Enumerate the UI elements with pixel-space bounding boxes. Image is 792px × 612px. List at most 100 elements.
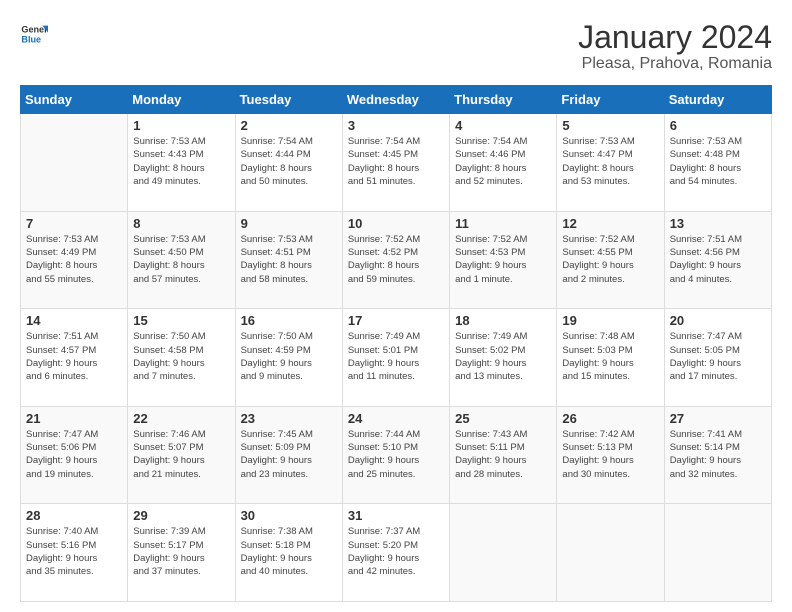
table-row: 15Sunrise: 7:50 AM Sunset: 4:58 PM Dayli… (128, 309, 235, 407)
day-info: Sunrise: 7:53 AM Sunset: 4:48 PM Dayligh… (670, 135, 766, 188)
table-row: 11Sunrise: 7:52 AM Sunset: 4:53 PM Dayli… (450, 211, 557, 309)
calendar-week-row: 21 Sunrise: 7:47 AM Sunset: 5:06 PM Dayli… (21, 406, 772, 504)
day-number: 30 (241, 508, 337, 523)
header: General Blue January 2024 Pleasa, Prahov… (20, 20, 772, 73)
day-number: 20 (670, 313, 766, 328)
day-number: 4 (455, 118, 551, 133)
logo-icon: General Blue (20, 20, 48, 48)
day-number: 18 (455, 313, 551, 328)
day-info: Sunrise: 7:49 AM Sunset: 5:01 PM Dayligh… (348, 330, 444, 383)
table-row: 31 Sunrise: 7:37 AM Sunset: 5:20 PM Dayli… (342, 504, 449, 602)
calendar-table: Sunday Monday Tuesday Wednesday Thursday… (20, 85, 772, 602)
calendar-header-row: Sunday Monday Tuesday Wednesday Thursday… (21, 86, 772, 114)
day-number: 8 (133, 216, 229, 231)
header-monday: Monday (128, 86, 235, 114)
table-row: 3 Sunrise: 7:54 AM Sunset: 4:45 PM Daylig… (342, 114, 449, 212)
day-info: Sunrise: 7:42 AM Sunset: 5:13 PM Dayligh… (562, 428, 658, 481)
table-row: 26 Sunrise: 7:42 AM Sunset: 5:13 PM Dayli… (557, 406, 664, 504)
table-row: 6 Sunrise: 7:53 AM Sunset: 4:48 PM Daylig… (664, 114, 771, 212)
table-row: 4 Sunrise: 7:54 AM Sunset: 4:46 PM Daylig… (450, 114, 557, 212)
day-number: 5 (562, 118, 658, 133)
day-number: 14 (26, 313, 122, 328)
day-number: 15 (133, 313, 229, 328)
calendar-week-row: 14 Sunrise: 7:51 AM Sunset: 4:57 PM Dayli… (21, 309, 772, 407)
table-row: 25 Sunrise: 7:43 AM Sunset: 5:11 PM Dayli… (450, 406, 557, 504)
day-number: 24 (348, 411, 444, 426)
table-row: 8 Sunrise: 7:53 AM Sunset: 4:50 PM Daylig… (128, 211, 235, 309)
calendar-title: January 2024 (578, 20, 772, 55)
day-number: 28 (26, 508, 122, 523)
day-number: 10 (348, 216, 444, 231)
table-row: 7 Sunrise: 7:53 AM Sunset: 4:49 PM Daylig… (21, 211, 128, 309)
day-info: Sunrise: 7:51 AM Sunset: 4:56 PM Dayligh… (670, 233, 766, 286)
day-number: 6 (670, 118, 766, 133)
day-number: 1 (133, 118, 229, 133)
day-number: 9 (241, 216, 337, 231)
calendar-subtitle: Pleasa, Prahova, Romania (578, 55, 772, 73)
table-row: 9 Sunrise: 7:53 AM Sunset: 4:51 PM Daylig… (235, 211, 342, 309)
day-info: Sunrise: 7:47 AM Sunset: 5:05 PM Dayligh… (670, 330, 766, 383)
table-row: 23Sunrise: 7:45 AM Sunset: 5:09 PM Dayli… (235, 406, 342, 504)
day-info: Sunrise: 7:49 AM Sunset: 5:02 PM Dayligh… (455, 330, 551, 383)
title-area: January 2024 Pleasa, Prahova, Romania (578, 20, 772, 73)
logo: General Blue (20, 20, 48, 48)
day-info: Sunrise: 7:53 AM Sunset: 4:49 PM Dayligh… (26, 233, 122, 286)
day-number: 22 (133, 411, 229, 426)
table-row (664, 504, 771, 602)
day-number: 25 (455, 411, 551, 426)
day-info: Sunrise: 7:50 AM Sunset: 4:59 PM Dayligh… (241, 330, 337, 383)
day-info: Sunrise: 7:48 AM Sunset: 5:03 PM Dayligh… (562, 330, 658, 383)
table-row: 29Sunrise: 7:39 AM Sunset: 5:17 PM Dayli… (128, 504, 235, 602)
header-saturday: Saturday (664, 86, 771, 114)
day-number: 27 (670, 411, 766, 426)
day-number: 12 (562, 216, 658, 231)
day-info: Sunrise: 7:43 AM Sunset: 5:11 PM Dayligh… (455, 428, 551, 481)
day-number: 29 (133, 508, 229, 523)
day-info: Sunrise: 7:38 AM Sunset: 5:18 PM Dayligh… (241, 525, 337, 578)
day-number: 2 (241, 118, 337, 133)
header-thursday: Thursday (450, 86, 557, 114)
table-row: 22 Sunrise: 7:46 AM Sunset: 5:07 PM Dayli… (128, 406, 235, 504)
day-info: Sunrise: 7:54 AM Sunset: 4:44 PM Dayligh… (241, 135, 337, 188)
table-row: 28 Sunrise: 7:40 AM Sunset: 5:16 PM Dayli… (21, 504, 128, 602)
table-row (21, 114, 128, 212)
day-info: Sunrise: 7:40 AM Sunset: 5:16 PM Dayligh… (26, 525, 122, 578)
header-wednesday: Wednesday (342, 86, 449, 114)
table-row: 2 Sunrise: 7:54 AM Sunset: 4:44 PM Daylig… (235, 114, 342, 212)
day-info: Sunrise: 7:51 AM Sunset: 4:57 PM Dayligh… (26, 330, 122, 383)
day-info: Sunrise: 7:54 AM Sunset: 4:46 PM Dayligh… (455, 135, 551, 188)
header-friday: Friday (557, 86, 664, 114)
day-number: 21 (26, 411, 122, 426)
table-row: 1Sunrise: 7:53 AM Sunset: 4:43 PM Daylig… (128, 114, 235, 212)
table-row: 5 Sunrise: 7:53 AM Sunset: 4:47 PM Daylig… (557, 114, 664, 212)
table-row: 24 Sunrise: 7:44 AM Sunset: 5:10 PM Dayli… (342, 406, 449, 504)
table-row (557, 504, 664, 602)
day-number: 26 (562, 411, 658, 426)
svg-text:Blue: Blue (21, 34, 41, 44)
day-number: 23 (241, 411, 337, 426)
day-info: Sunrise: 7:54 AM Sunset: 4:45 PM Dayligh… (348, 135, 444, 188)
day-info: Sunrise: 7:53 AM Sunset: 4:47 PM Dayligh… (562, 135, 658, 188)
header-tuesday: Tuesday (235, 86, 342, 114)
day-number: 13 (670, 216, 766, 231)
day-number: 19 (562, 313, 658, 328)
table-row: 20 Sunrise: 7:47 AM Sunset: 5:05 PM Dayli… (664, 309, 771, 407)
table-row: 17Sunrise: 7:49 AM Sunset: 5:01 PM Dayli… (342, 309, 449, 407)
day-info: Sunrise: 7:52 AM Sunset: 4:52 PM Dayligh… (348, 233, 444, 286)
day-info: Sunrise: 7:46 AM Sunset: 5:07 PM Dayligh… (133, 428, 229, 481)
day-number: 3 (348, 118, 444, 133)
calendar-week-row: 1Sunrise: 7:53 AM Sunset: 4:43 PM Daylig… (21, 114, 772, 212)
day-info: Sunrise: 7:37 AM Sunset: 5:20 PM Dayligh… (348, 525, 444, 578)
day-info: Sunrise: 7:44 AM Sunset: 5:10 PM Dayligh… (348, 428, 444, 481)
day-info: Sunrise: 7:53 AM Sunset: 4:50 PM Dayligh… (133, 233, 229, 286)
day-number: 7 (26, 216, 122, 231)
day-number: 11 (455, 216, 551, 231)
header-sunday: Sunday (21, 86, 128, 114)
day-info: Sunrise: 7:53 AM Sunset: 4:51 PM Dayligh… (241, 233, 337, 286)
day-info: Sunrise: 7:47 AM Sunset: 5:06 PM Dayligh… (26, 428, 122, 481)
table-row: 30 Sunrise: 7:38 AM Sunset: 5:18 PM Dayli… (235, 504, 342, 602)
table-row: 18 Sunrise: 7:49 AM Sunset: 5:02 PM Dayli… (450, 309, 557, 407)
table-row: 13 Sunrise: 7:51 AM Sunset: 4:56 PM Dayli… (664, 211, 771, 309)
day-number: 31 (348, 508, 444, 523)
day-number: 16 (241, 313, 337, 328)
